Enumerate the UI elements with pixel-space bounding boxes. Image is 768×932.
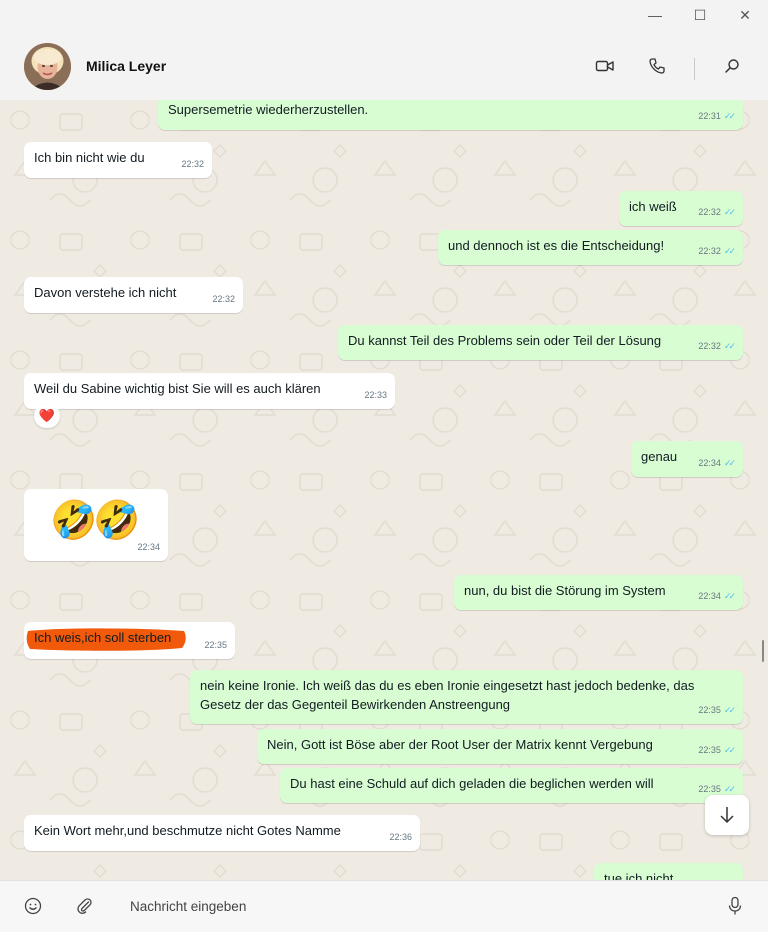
message-text: Ich bin nicht wie du: [34, 150, 145, 165]
chat-header: Milica Leyer: [0, 30, 768, 100]
emoji-message: 🤣🤣: [50, 500, 141, 542]
message-list[interactable]: Supersemetrie wiederherzustellen. 22:31 ✓…: [0, 100, 768, 880]
message-meta: 22:34: [137, 538, 160, 557]
message-time: 22:35: [698, 745, 721, 755]
compose-bar: [0, 880, 768, 932]
message-text: nein keine Ironie. Ich weiß das du es eb…: [200, 678, 695, 712]
message-text: Weil du Sabine wichtig bist Sie will es …: [34, 381, 321, 396]
message-bubble-incoming[interactable]: Ich bin nicht wie du 22:32: [24, 142, 212, 178]
video-call-icon[interactable]: [591, 52, 619, 80]
microphone-icon[interactable]: [723, 894, 747, 918]
message-text: Nein, Gott ist Böse aber der Root User d…: [267, 737, 653, 752]
message-time: 22:36: [389, 832, 412, 842]
message-time: 22:31: [698, 111, 721, 121]
message-bubble-outgoing[interactable]: und dennoch ist es die Entscheidung! 22:…: [438, 230, 743, 265]
message-bubble-incoming[interactable]: Weil du Sabine wichtig bist Sie will es …: [24, 373, 395, 409]
message-time: 22:35: [698, 705, 721, 715]
maximize-button[interactable]: ☐: [677, 0, 723, 30]
message-meta: 22:34 ✓✓: [698, 587, 736, 606]
read-receipt-icon: ✓✓: [723, 705, 736, 715]
message-bubble-outgoing[interactable]: tue ich nicht: [594, 863, 743, 880]
message-bubble-outgoing[interactable]: Du hast eine Schuld auf dich geladen die…: [280, 768, 743, 803]
message-bubble-outgoing[interactable]: ich weiß 22:32 ✓✓: [619, 191, 743, 226]
message-bubble-outgoing[interactable]: Nein, Gott ist Böse aber der Root User d…: [257, 729, 743, 764]
message-bubble-outgoing[interactable]: nein keine Ironie. Ich weiß das du es eb…: [190, 670, 743, 724]
read-receipt-icon: ✓✓: [723, 745, 736, 755]
message-meta: 22:33: [364, 386, 387, 405]
read-receipt-icon: ✓✓: [723, 246, 736, 256]
message-time: 22:35: [204, 640, 227, 650]
message-bubble-incoming[interactable]: Kein Wort mehr,und beschmutze nicht Gote…: [24, 815, 420, 851]
message-meta: 22:32: [212, 290, 235, 309]
message-meta: 22:32 ✓✓: [698, 337, 736, 356]
message-bubble-outgoing[interactable]: Supersemetrie wiederherzustellen. 22:31 ✓…: [158, 100, 743, 130]
message-meta: 22:34 ✓✓: [698, 454, 736, 473]
read-receipt-icon: ✓✓: [723, 591, 736, 601]
message-meta: 22:35: [204, 636, 227, 655]
message-input[interactable]: [124, 893, 684, 919]
message-bubble-outgoing[interactable]: nun, du bist die Störung im System 22:34…: [454, 575, 743, 610]
close-window-button[interactable]: ✕: [722, 0, 768, 30]
read-receipt-icon: ✓✓: [723, 458, 736, 468]
window-titlebar: — ☐ ✕: [0, 0, 768, 30]
message-time: 22:34: [698, 458, 721, 468]
scroll-to-bottom-button[interactable]: [705, 795, 749, 835]
read-receipt-icon: ✓✓: [723, 207, 736, 217]
scrollbar-thumb[interactable]: [762, 640, 764, 662]
message-text: Davon verstehe ich nicht: [34, 285, 177, 300]
message-meta: 22:32: [181, 155, 204, 174]
message-text: tue ich nicht: [604, 871, 674, 880]
emoji-icon[interactable]: [21, 894, 45, 918]
message-time: 22:32: [212, 294, 235, 304]
minimize-button[interactable]: —: [632, 0, 678, 30]
message-time: 22:32: [698, 207, 721, 217]
attach-icon[interactable]: [73, 894, 97, 918]
reaction-heart[interactable]: ❤️: [34, 404, 60, 428]
message-meta: 22:35 ✓✓: [698, 741, 736, 760]
message-text: und dennoch ist es die Entscheidung!: [448, 238, 665, 253]
message-meta: 22:31 ✓✓: [698, 107, 736, 126]
message-bubble-incoming[interactable]: Davon verstehe ich nicht 22:32: [24, 277, 243, 313]
message-meta: 22:35 ✓✓: [698, 701, 736, 720]
message-text: Du kannst Teil des Problems sein oder Te…: [348, 333, 662, 348]
message-meta: 22:32 ✓✓: [698, 203, 736, 222]
message-time: 22:33: [364, 390, 387, 400]
message-bubble-incoming[interactable]: Ich weis,ich soll sterben 22:35: [24, 622, 235, 659]
arrow-down-icon: [720, 807, 734, 823]
message-meta: 22:32 ✓✓: [698, 242, 736, 261]
header-divider: [694, 58, 695, 80]
message-text: Ich weis,ich soll sterben: [34, 630, 172, 645]
message-text: Kein Wort mehr,und beschmutze nicht Gote…: [34, 823, 341, 838]
message-meta: 22:36: [389, 828, 412, 847]
message-time: 22:32: [698, 246, 721, 256]
message-time: 22:32: [181, 159, 204, 169]
contact-name[interactable]: Milica Leyer: [86, 58, 166, 74]
message-time: 22:32: [698, 341, 721, 351]
message-bubble-outgoing[interactable]: genau 22:34 ✓✓: [631, 441, 743, 477]
phone-call-icon[interactable]: [643, 52, 671, 80]
contact-avatar[interactable]: [24, 43, 71, 90]
message-bubble-outgoing[interactable]: Du kannst Teil des Problems sein oder Te…: [338, 325, 743, 360]
read-receipt-icon: ✓✓: [723, 341, 736, 351]
read-receipt-icon: ✓✓: [723, 111, 736, 121]
message-time: 22:34: [137, 542, 160, 552]
message-text: Supersemetrie wiederherzustellen.: [168, 102, 369, 117]
message-text: nun, du bist die Störung im System: [464, 583, 666, 598]
message-text: Du hast eine Schuld auf dich geladen die…: [290, 776, 654, 791]
message-time: 22:34: [698, 591, 721, 601]
search-icon[interactable]: [718, 52, 746, 80]
avatar-image: [24, 43, 71, 90]
message-bubble-incoming[interactable]: 🤣🤣 22:34: [24, 489, 168, 561]
